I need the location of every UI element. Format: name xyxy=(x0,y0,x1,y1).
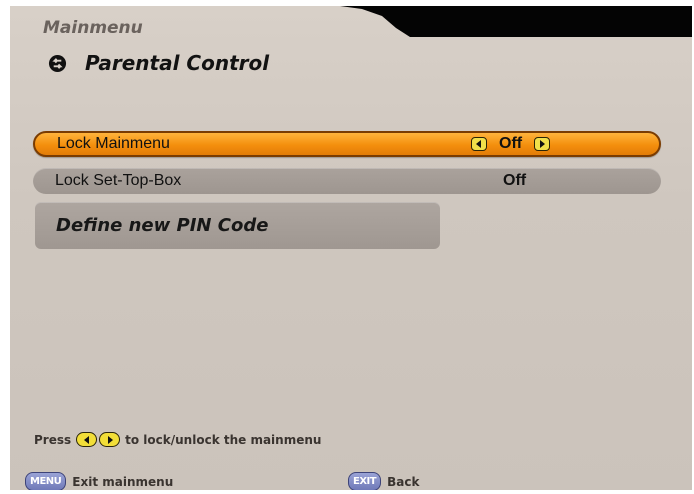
value-selector[interactable]: Off xyxy=(471,135,551,153)
back-arrow-icon xyxy=(48,54,67,72)
right-arrow-icon[interactable] xyxy=(534,137,551,151)
exit-key-icon[interactable]: EXIT xyxy=(348,472,382,490)
hint-prefix: Press xyxy=(34,432,72,447)
define-pin-button[interactable]: Define new PIN Code xyxy=(35,202,440,249)
menu-item-label: Lock Mainmenu xyxy=(57,135,170,152)
tv-screen: Mainmenu Parental Control Lock Mainmenu … xyxy=(10,6,692,490)
left-key-icon xyxy=(76,432,98,447)
footer-label: Back xyxy=(387,474,420,489)
right-key-icon xyxy=(99,432,121,447)
hint-suffix: to lock/unlock the mainmenu xyxy=(125,432,322,447)
menu-item-lock-mainmenu[interactable]: Lock Mainmenu Off xyxy=(33,131,661,157)
footer-back[interactable]: EXIT Back xyxy=(348,472,419,490)
menu-key-icon[interactable]: MENU xyxy=(25,472,67,490)
breadcrumb: Mainmenu xyxy=(43,18,143,38)
menu-item-label: Lock Set-Top-Box xyxy=(55,172,182,189)
menu-panel: Mainmenu Parental Control Lock Mainmenu … xyxy=(10,6,692,490)
footer-label: Exit mainmenu xyxy=(72,474,174,489)
value-display: Off xyxy=(503,172,526,190)
left-arrow-icon[interactable] xyxy=(471,137,487,151)
menu-item-value: Off xyxy=(499,135,523,152)
page-header: Parental Control xyxy=(48,51,269,75)
help-hint: Press to lock/unlock the mainmenu xyxy=(34,432,321,447)
menu-item-lock-set-top-box[interactable]: Lock Set-Top-Box Off xyxy=(33,168,661,194)
footer-exit-mainmenu[interactable]: MENU Exit mainmenu xyxy=(25,472,173,490)
page-title: Parental Control xyxy=(85,51,270,75)
define-pin-label: Define new PIN Code xyxy=(56,215,269,236)
menu-item-value: Off xyxy=(503,172,527,189)
